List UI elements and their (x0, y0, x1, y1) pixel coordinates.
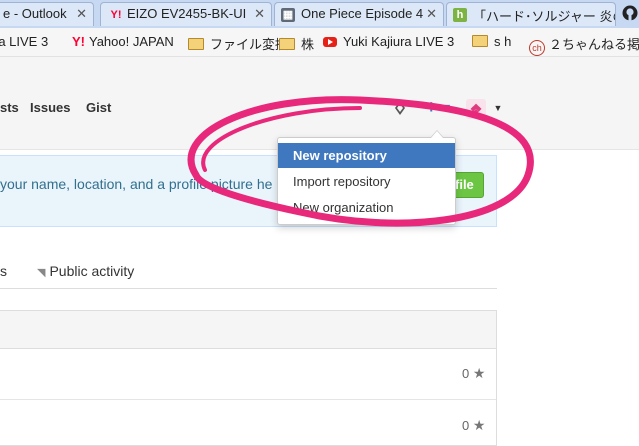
folder-icon (188, 38, 204, 50)
browser-tab-outlook[interactable]: e - Outlook ✕ (0, 2, 94, 26)
bookmark-label: Yahoo! JAPAN (89, 34, 174, 49)
2ch-icon: ch (529, 40, 545, 56)
bookmark-label: 株 (301, 37, 315, 52)
nav-issues[interactable]: Issues (30, 100, 70, 115)
folder-icon (472, 35, 488, 47)
notifications-icon[interactable] (394, 100, 406, 116)
youtube-icon (323, 37, 337, 47)
nav-pull-requests[interactable]: sts (0, 100, 19, 115)
star-count: 0 (462, 418, 470, 433)
dropdown-caret (430, 130, 444, 138)
close-icon[interactable]: ✕ (426, 6, 437, 22)
banner-message: your name, location, and a profile pictu… (0, 176, 273, 192)
bookmark-yuki-live-2[interactable]: Yuki Kajiura LIVE 3 (323, 34, 454, 49)
bookmarks-bar: ra LIVE 3 Y! Yahoo! JAPAN ファイル変換 株 Yuki K… (0, 28, 639, 57)
divider (0, 288, 497, 289)
bookmark-label: s h (494, 34, 512, 49)
row-divider (0, 399, 496, 400)
edit-profile-label: file (455, 177, 474, 192)
user-menu-button[interactable]: ❖ ▼ (466, 99, 502, 119)
create-new-menu-button[interactable]: + ▼ (426, 97, 452, 121)
browser-tab-eizo[interactable]: Y! EIZO EV2455-BK-UI ✕ (100, 2, 272, 26)
tab-label: Public activity (49, 263, 135, 279)
star-icon: ★ (472, 365, 486, 381)
star-icon: ★ (472, 417, 486, 433)
rss-icon: ◥ (37, 267, 46, 279)
yahoo-icon: Y! (110, 9, 122, 21)
tab-public-activity[interactable]: ◥ Public activity (37, 263, 134, 279)
folder-icon (279, 38, 295, 50)
create-new-dropdown: New repository Import repository New org… (277, 130, 456, 225)
chevron-down-icon: ▼ (493, 103, 503, 113)
menu-item-new-organization[interactable]: New organization (278, 195, 455, 220)
browser-tab-strip: e - Outlook ✕ Y! EIZO EV2455-BK-UI ✕ ▦ O… (0, 0, 639, 28)
nav-gist[interactable]: Gist (86, 100, 111, 115)
tab-title: EIZO EV2455-BK-UI (127, 6, 247, 21)
yahoo-icon: Y! (72, 34, 85, 49)
repo-row-2-stars[interactable]: 0 ★ (462, 417, 485, 434)
bookmark-label: ２ちゃんねる掲示板 (549, 37, 639, 52)
chevron-down-icon: ▼ (442, 102, 452, 112)
browser-tab-hard-soldier[interactable]: h 「ハード･ソルジャー 炎の (446, 2, 616, 26)
tab-title: One Piece Episode 4 (301, 6, 424, 21)
bookmark-yahoo-japan[interactable]: Y! Yahoo! JAPAN (72, 34, 174, 49)
h-site-icon: h (453, 8, 467, 22)
bookmark-2ch[interactable]: ch ２ちゃんねる掲示板 (529, 34, 639, 56)
bookmark-yuki-live-1[interactable]: ra LIVE 3 (0, 34, 48, 49)
grid-app-icon: ▦ (281, 8, 295, 22)
avatar: ❖ (466, 99, 486, 119)
github-octocat-icon (622, 5, 638, 21)
tab-title: e - Outlook (3, 6, 67, 21)
bookmark-file-convert[interactable]: ファイル変換 (188, 34, 288, 53)
panel-header (0, 311, 496, 349)
repositories-panel: 0 ★ 0 ★ (0, 310, 497, 446)
browser-tab-one-piece[interactable]: ▦ One Piece Episode 4 ✕ (274, 2, 444, 26)
star-count: 0 (462, 366, 470, 381)
bookmark-label: ra LIVE 3 (0, 34, 49, 49)
close-icon[interactable]: ✕ (254, 6, 265, 22)
repo-row-1-stars[interactable]: 0 ★ (462, 365, 485, 382)
close-icon[interactable]: ✕ (76, 6, 87, 22)
bookmark-kabu[interactable]: 株 (279, 34, 314, 53)
bookmark-label: Yuki Kajiura LIVE 3 (343, 34, 455, 49)
tab-title: 「ハード･ソルジャー 炎の (473, 9, 616, 24)
bookmark-label: ファイル変換 (210, 37, 289, 52)
menu-item-import-repository[interactable]: Import repository (278, 169, 455, 194)
tab-previous[interactable]: s (0, 263, 7, 279)
menu-item-new-repository[interactable]: New repository (278, 143, 455, 168)
bookmark-sh[interactable]: s h (472, 34, 511, 49)
plus-icon: + (426, 97, 437, 117)
